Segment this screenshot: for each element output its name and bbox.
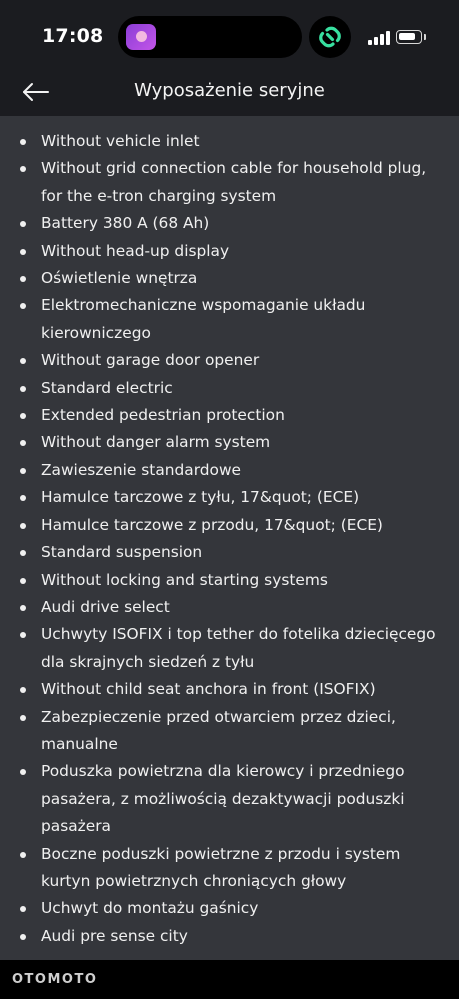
equipment-list-item: Boczne poduszki powietrzne z przodu i sy… bbox=[20, 841, 441, 896]
equipment-list-item: Poduszka powietrzna dla kierowcy i przed… bbox=[20, 758, 441, 840]
equipment-list-item: Hamulce tarczowe z tyłu, 17&quot; (ECE) bbox=[20, 484, 441, 511]
dynamic-island[interactable] bbox=[118, 16, 302, 58]
equipment-list-item: Hamulce tarczowe z przodu, 17&quot; (ECE… bbox=[20, 512, 441, 539]
equipment-list-item: Elektromechaniczne wspomaganie układu ki… bbox=[20, 292, 441, 347]
equipment-list-item: Battery 380 A (68 Ah) bbox=[20, 210, 441, 237]
equipment-list-item: Without grid connection cable for househ… bbox=[20, 155, 441, 210]
otomoto-logo: OTOMOTO bbox=[12, 972, 98, 987]
battery-icon bbox=[396, 30, 422, 44]
equipment-list-item: Without danger alarm system bbox=[20, 429, 441, 456]
equipment-list-item: Audi pre sense city bbox=[20, 923, 441, 950]
equipment-list-container[interactable]: Without vehicle inlet Without grid connec… bbox=[0, 128, 459, 960]
equipment-list-item: Zawieszenie standardowe bbox=[20, 457, 441, 484]
equipment-list-item: Without child seat anchora in front (ISO… bbox=[20, 676, 441, 703]
equipment-list-item: Audi drive select bbox=[20, 594, 441, 621]
equipment-list-item: Extended pedestrian protection bbox=[20, 402, 441, 429]
link-icon[interactable] bbox=[309, 16, 351, 58]
equipment-list-item: Uchwyt do montażu gaśnicy bbox=[20, 895, 441, 922]
cellular-signal-icon bbox=[368, 31, 390, 45]
footer: OTOMOTO bbox=[0, 960, 459, 999]
equipment-list-item: Standard suspension bbox=[20, 539, 441, 566]
equipment-list-item: Standard electric bbox=[20, 375, 441, 402]
status-bar: 17:08 bbox=[0, 0, 459, 74]
equipment-list-item: Zabezpieczenie przed otwarciem przez dzi… bbox=[20, 704, 441, 759]
equipment-list-item: Without garage door opener bbox=[20, 347, 441, 374]
battery-cap bbox=[424, 34, 426, 40]
battery-level-fill bbox=[399, 33, 415, 40]
status-time: 17:08 bbox=[42, 25, 104, 47]
equipment-list: Without vehicle inlet Without grid connec… bbox=[0, 128, 459, 950]
navigation-bar: Wyposażenie seryjne bbox=[0, 74, 459, 116]
equipment-list-item: Without head-up display bbox=[20, 238, 441, 265]
live-activity-app-icon[interactable] bbox=[126, 24, 156, 50]
equipment-list-item: Uchwyty ISOFIX i top tether do fotelika … bbox=[20, 621, 441, 676]
page-title: Wyposażenie seryjne bbox=[134, 80, 325, 101]
top-bar: 17:08 Wyposażenie seryjne bbox=[0, 0, 459, 116]
equipment-list-item: Without vehicle inlet bbox=[20, 128, 441, 155]
equipment-list-item: Oświetlenie wnętrza bbox=[20, 265, 441, 292]
equipment-list-item: Without locking and starting systems bbox=[20, 567, 441, 594]
